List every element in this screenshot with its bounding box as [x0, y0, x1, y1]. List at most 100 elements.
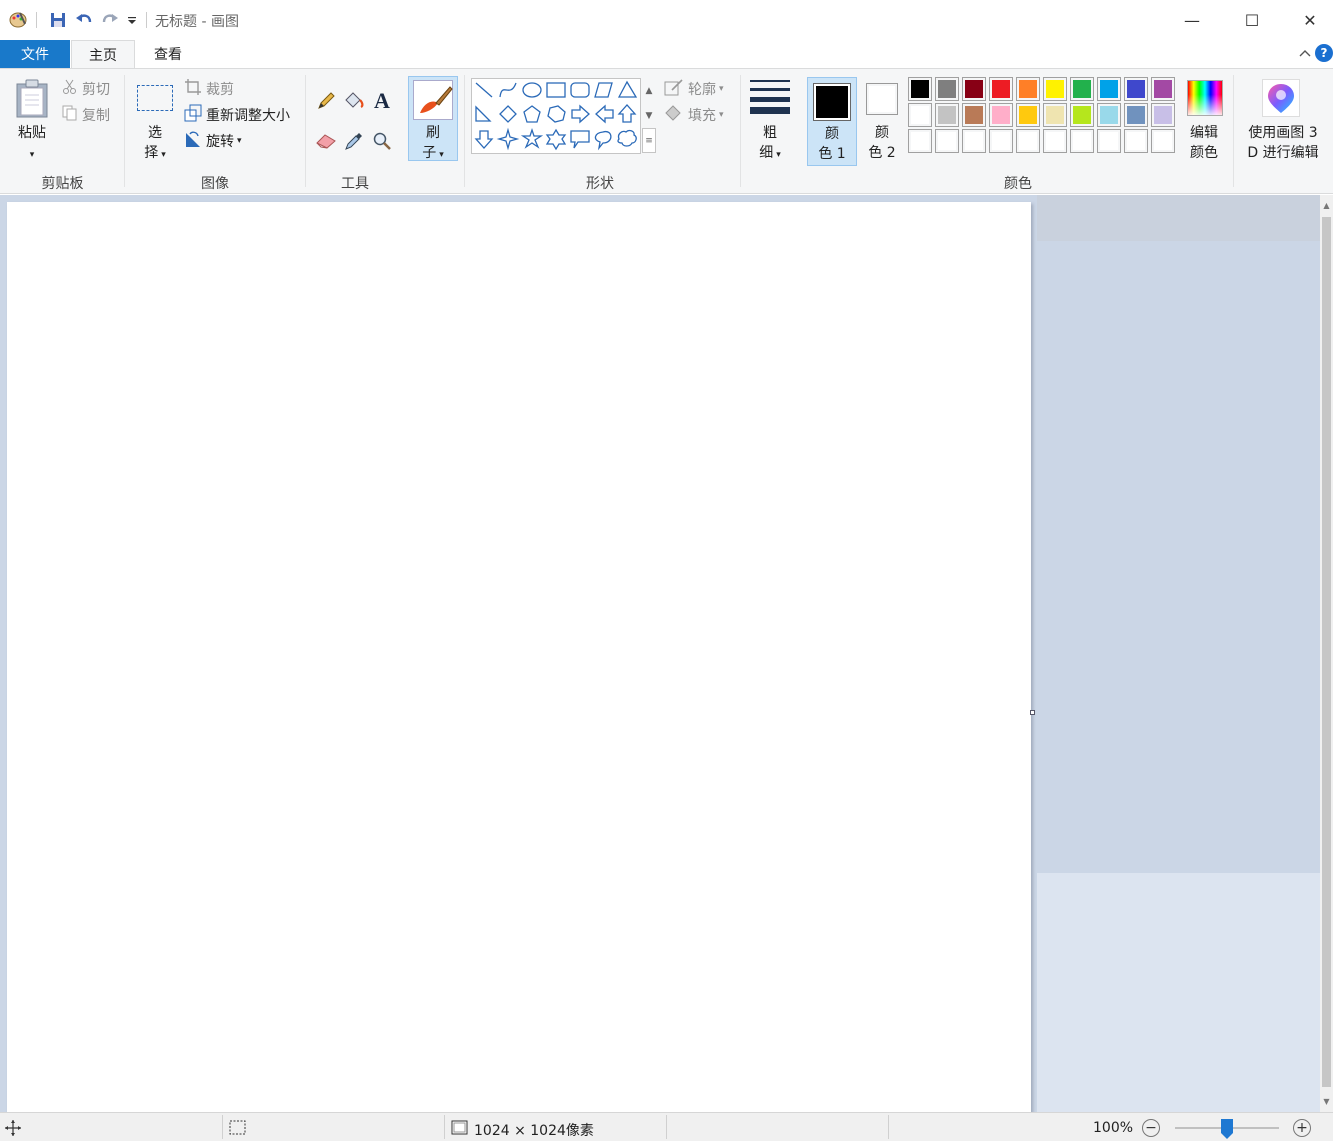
palette-color-swatch[interactable] — [1097, 129, 1121, 153]
palette-color-swatch[interactable] — [962, 103, 986, 127]
eraser-icon[interactable] — [314, 129, 338, 153]
palette-color-swatch[interactable] — [908, 129, 932, 153]
palette-color-swatch[interactable] — [1016, 103, 1040, 127]
ribbon-home: 粘贴 ▾ 剪切 复制 剪贴板 选择 ▾ 裁剪 重新调整大小 旋转 ▾ 图像 A 工具 — [0, 68, 1333, 194]
edit-with-paint3d-button[interactable]: 使用画图 3D 进行编辑 — [1240, 123, 1326, 163]
tab-file[interactable]: 文件 — [0, 40, 70, 68]
paint3d-icon[interactable] — [1262, 79, 1300, 117]
left-arrow-shape-icon — [595, 104, 614, 124]
selection-size-icon — [228, 1119, 248, 1141]
text-tool-icon[interactable]: A — [370, 88, 394, 113]
paste-button[interactable]: 粘贴 ▾ — [12, 123, 52, 165]
color1-swatch — [813, 83, 851, 121]
palette-color-swatch[interactable] — [1016, 77, 1040, 101]
zoom-in-button[interactable]: + — [1293, 1119, 1311, 1137]
scrollbar-thumb[interactable] — [1322, 217, 1331, 1087]
help-icon[interactable]: ? — [1315, 44, 1333, 62]
shapes-expand-icon[interactable]: ≡ — [642, 128, 656, 153]
palette-color-swatch[interactable] — [1070, 103, 1094, 127]
paste-icon[interactable] — [15, 79, 49, 123]
palette-color-swatch[interactable] — [1124, 77, 1148, 101]
palette-color-swatch[interactable] — [935, 77, 959, 101]
pencil-icon[interactable] — [314, 89, 338, 113]
outline-button[interactable]: 轮廓 ▾ — [664, 78, 724, 100]
line-shape-icon — [475, 82, 493, 98]
redo-icon[interactable] — [100, 10, 120, 30]
palette-color-swatch[interactable] — [1016, 129, 1040, 153]
close-button[interactable]: ✕ — [1287, 4, 1333, 36]
select-button[interactable]: 选择 ▾ — [136, 123, 174, 165]
scroll-down-icon[interactable]: ▼ — [1320, 1093, 1333, 1109]
palette-color-swatch[interactable] — [1070, 77, 1094, 101]
paint-app-icon[interactable] — [8, 10, 28, 30]
palette-color-swatch[interactable] — [962, 77, 986, 101]
zoom-slider-thumb[interactable] — [1221, 1119, 1233, 1139]
status-bar: 1024 × 1024像素 100% − + — [0, 1112, 1333, 1141]
palette-color-swatch[interactable] — [962, 129, 986, 153]
up-arrow-shape-icon — [617, 104, 637, 123]
palette-color-swatch[interactable] — [1097, 77, 1121, 101]
drawing-canvas[interactable] — [7, 202, 1031, 1112]
vertical-scrollbar[interactable]: ▲ ▼ — [1320, 195, 1333, 1112]
crop-button[interactable]: 裁剪 — [184, 78, 234, 100]
palette-color-swatch[interactable] — [908, 77, 932, 101]
canvas-resize-handle[interactable] — [1030, 710, 1035, 715]
save-icon[interactable] — [48, 10, 68, 30]
line-size-icon[interactable] — [749, 79, 791, 119]
palette-color-swatch[interactable] — [1097, 103, 1121, 127]
palette-color-swatch[interactable] — [989, 129, 1013, 153]
fill-button[interactable]: 填充 ▾ — [664, 104, 724, 126]
palette-color-swatch[interactable] — [1124, 129, 1148, 153]
palette-color-swatch[interactable] — [935, 129, 959, 153]
clipboard-group-label: 剪贴板 — [41, 176, 84, 192]
palette-color-swatch[interactable] — [1043, 77, 1067, 101]
rotate-button[interactable]: 旋转 ▾ — [184, 130, 242, 152]
palette-color-swatch[interactable] — [1043, 103, 1067, 127]
palette-color-swatch[interactable] — [989, 103, 1013, 127]
ribbon-tabs: 文件 主页 查看 ? — [0, 40, 1333, 69]
customize-toolbar-icon[interactable] — [122, 10, 142, 30]
maximize-button[interactable]: ☐ — [1229, 4, 1275, 36]
zoom-out-button[interactable]: − — [1142, 1119, 1160, 1137]
minimize-button[interactable]: — — [1169, 4, 1215, 36]
edit-colors-button[interactable]: 编辑 颜色 — [1180, 123, 1228, 163]
shapes-scroll-down-icon[interactable]: ▼ — [642, 103, 656, 128]
shapes-group-label: 形状 — [586, 176, 614, 192]
color2-button[interactable]: 颜色 2 — [860, 123, 904, 163]
brush-button[interactable]: 刷子 ▾ — [408, 76, 458, 161]
palette-color-swatch[interactable] — [1151, 77, 1175, 101]
palette-color-swatch[interactable] — [908, 103, 932, 127]
oval-callout-shape-icon — [594, 130, 612, 151]
collapse-ribbon-icon[interactable] — [1299, 46, 1311, 60]
palette-color-swatch[interactable] — [989, 77, 1013, 101]
shapes-scroll-up-icon[interactable]: ▲ — [642, 78, 656, 103]
palette-color-swatch[interactable] — [1043, 129, 1067, 153]
diamond-shape-icon — [499, 105, 517, 123]
tab-view[interactable]: 查看 — [136, 40, 200, 68]
color2-swatch[interactable] — [866, 83, 898, 115]
six-point-star-shape-icon — [545, 128, 567, 151]
resize-button[interactable]: 重新调整大小 — [184, 104, 290, 126]
five-point-star-shape-icon — [520, 127, 544, 149]
magnifier-icon[interactable] — [370, 129, 394, 153]
curve-shape-icon — [499, 82, 517, 98]
tab-home[interactable]: 主页 — [71, 40, 135, 69]
fill-bucket-icon[interactable] — [342, 89, 366, 113]
palette-color-swatch[interactable] — [935, 103, 959, 127]
color1-button[interactable]: 颜色 1 — [807, 77, 857, 166]
size-button[interactable]: 粗细 ▾ — [749, 123, 791, 165]
select-icon[interactable] — [137, 85, 173, 111]
scroll-up-icon[interactable]: ▲ — [1320, 197, 1333, 213]
palette-color-swatch[interactable] — [1151, 103, 1175, 127]
rotate-icon — [184, 130, 202, 152]
color-picker-icon[interactable] — [342, 129, 366, 153]
undo-icon[interactable] — [74, 10, 94, 30]
palette-color-swatch[interactable] — [1151, 129, 1175, 153]
title-bar: 无标题 - 画图 — ☐ ✕ — [0, 0, 1333, 40]
palette-color-swatch[interactable] — [1124, 103, 1148, 127]
copy-button[interactable]: 复制 — [62, 104, 110, 126]
cut-button[interactable]: 剪切 — [62, 78, 110, 100]
triangle-shape-icon — [617, 80, 638, 98]
palette-color-swatch[interactable] — [1070, 129, 1094, 153]
edit-colors-icon[interactable] — [1187, 80, 1223, 116]
